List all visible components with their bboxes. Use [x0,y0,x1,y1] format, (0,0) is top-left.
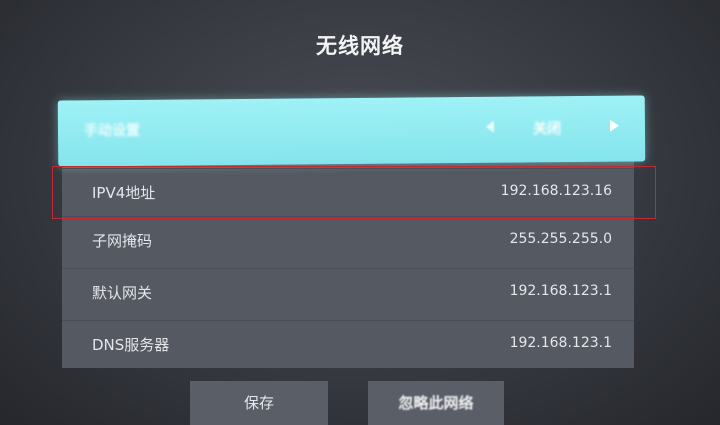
chevron-right-icon[interactable] [609,119,620,132]
subnet-mask-row[interactable]: 子网掩码 255.255.255.0 [62,216,634,264]
subnet-mask-label: 子网掩码 [92,232,153,250]
dns-server-row[interactable]: DNS服务器 192.168.123.1 [62,320,634,368]
forget-network-label: 忽略此网络 [398,394,474,412]
manual-settings-label: 手动设置 [83,122,141,140]
save-button[interactable]: 保存 [190,381,328,425]
annotation-highlight-box [52,166,656,219]
dns-server-label: DNS服务器 [92,336,170,354]
forget-network-button[interactable]: 忽略此网络 [368,381,504,425]
dns-server-value: 192.168.123.1 [509,335,612,351]
default-gateway-value: 192.168.123.1 [509,283,612,299]
default-gateway-row[interactable]: 默认网关 192.168.123.1 [62,268,634,316]
subnet-mask-value: 255.255.255.0 [509,231,612,247]
manual-settings-value: 关闭 [532,121,562,138]
page-title: 无线网络 [316,34,404,58]
default-gateway-label: 默认网关 [92,284,153,302]
chevron-left-icon[interactable] [485,120,495,133]
manual-settings-row[interactable]: 手动设置 关闭 [57,95,646,167]
